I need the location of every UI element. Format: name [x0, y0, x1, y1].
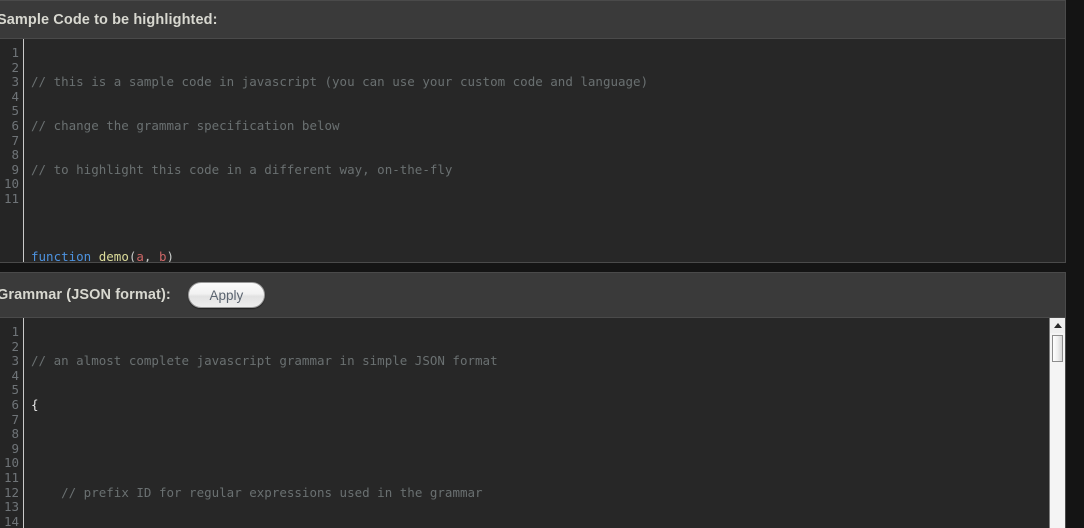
line-number: 3	[11, 353, 19, 369]
line-number: 8	[11, 147, 19, 163]
line-number: 4	[11, 88, 19, 104]
code-line: // change the grammar specification belo…	[31, 117, 340, 133]
apply-button[interactable]: Apply	[187, 282, 265, 308]
line-number: 5	[11, 382, 19, 398]
line-number: 11	[3, 190, 19, 206]
code-line: {	[31, 396, 39, 412]
code-line: function demo(a, b)	[31, 249, 175, 263]
sample-code-panel: Sample Code to be highlighted: 1 2 3 4 5…	[0, 0, 1066, 263]
line-number: 8	[11, 426, 19, 442]
line-number: 6	[11, 117, 19, 133]
sample-code-editor[interactable]: 1 2 3 4 5 6 7 8 9 10 11 // this is a sam…	[0, 39, 1065, 263]
grammar-editor-scrollbar[interactable]	[1049, 318, 1065, 528]
line-number: 13	[3, 499, 19, 515]
line-number: 2	[11, 338, 19, 354]
sample-code-header: Sample Code to be highlighted:	[0, 1, 1065, 39]
code-line: // prefix ID for regular expressions use…	[61, 484, 483, 500]
grammar-title: Grammar (JSON format):	[0, 287, 171, 303]
grammar-header: Grammar (JSON format): Apply	[0, 273, 1065, 318]
line-number: 11	[3, 469, 19, 485]
scroll-up-arrow-icon[interactable]	[1050, 318, 1065, 333]
grammar-code-text[interactable]: // an almost complete javascript grammar…	[24, 318, 1065, 528]
line-number: 10	[3, 455, 19, 471]
line-number: 9	[11, 161, 19, 177]
code-line: // this is a sample code in javascript (…	[31, 74, 649, 90]
grammar-gutter: 1 2 3 4 5 6 7 8 9 10 11 12 13 14 15 16 1…	[0, 318, 24, 528]
code-highlighter-page: Sample Code to be highlighted: 1 2 3 4 5…	[0, 0, 1084, 528]
sample-code-title: Sample Code to be highlighted:	[0, 11, 218, 28]
line-number: 7	[11, 132, 19, 148]
line-number: 12	[3, 484, 19, 500]
grammar-panel: Grammar (JSON format): Apply 1 2 3 4 5 6…	[0, 272, 1066, 528]
grammar-editor[interactable]: 1 2 3 4 5 6 7 8 9 10 11 12 13 14 15 16 1…	[0, 318, 1065, 528]
line-number: 10	[3, 176, 19, 192]
scrollbar-thumb[interactable]	[1052, 335, 1063, 362]
sample-code-gutter: 1 2 3 4 5 6 7 8 9 10 11	[0, 39, 24, 262]
line-number: 1	[11, 324, 19, 339]
sample-code-text[interactable]: // this is a sample code in javascript (…	[24, 39, 1065, 263]
line-number: 9	[11, 440, 19, 456]
line-number: 3	[11, 74, 19, 90]
line-number: 1	[11, 45, 19, 60]
line-number: 2	[11, 59, 19, 75]
code-line: // an almost complete javascript grammar…	[31, 353, 498, 369]
line-number: 6	[11, 396, 19, 412]
line-number: 5	[11, 103, 19, 119]
line-number: 7	[11, 411, 19, 427]
line-number: 14	[3, 513, 19, 528]
code-line: // to highlight this code in a different…	[31, 161, 453, 177]
line-number: 4	[11, 367, 19, 383]
